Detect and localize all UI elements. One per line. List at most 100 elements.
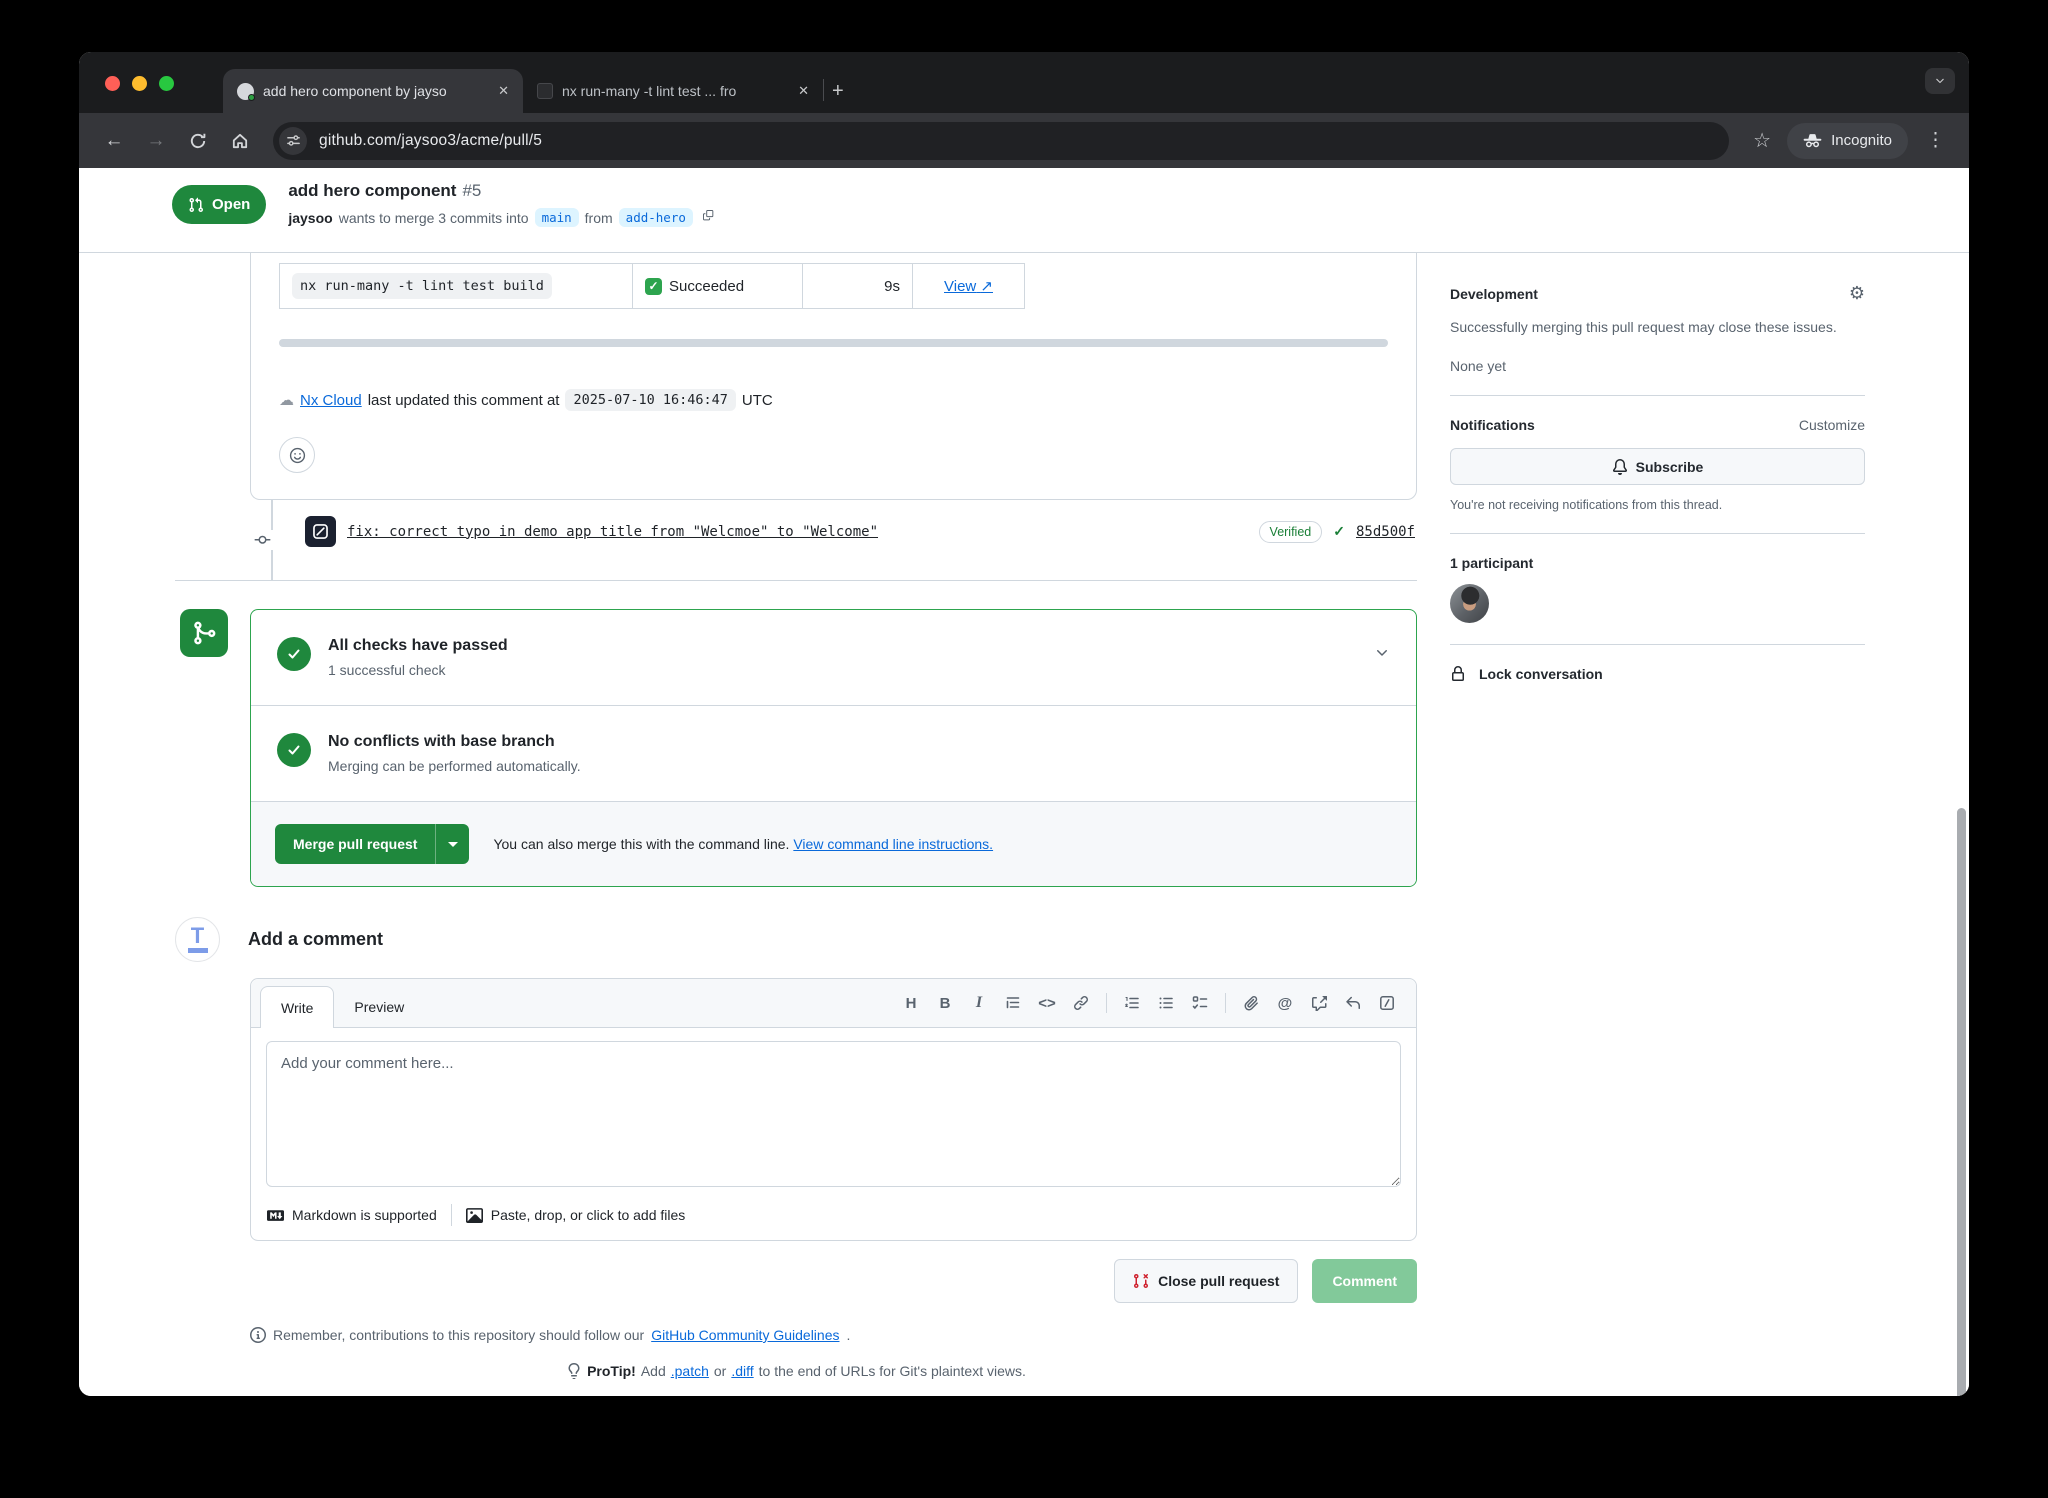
chevron-down-icon[interactable]: [1374, 645, 1390, 661]
close-window-button[interactable]: [105, 76, 120, 91]
cli-text: You can also merge this with the command…: [493, 836, 789, 852]
incognito-badge: Incognito: [1787, 123, 1908, 159]
check-circle-icon: [277, 637, 311, 671]
development-description: Successfully merging this pull request m…: [1450, 317, 1865, 338]
guidelines-note: Remember, contributions to this reposito…: [250, 1327, 1417, 1343]
reload-icon[interactable]: [181, 124, 215, 158]
add-comment-header: T Add a comment: [175, 917, 1417, 962]
markdown-supported[interactable]: Markdown is supported: [267, 1207, 437, 1224]
commit-check-icon: ✓: [1333, 523, 1345, 540]
page-scrollbar[interactable]: [1957, 808, 1966, 1396]
pr-closed-icon: [1133, 1273, 1149, 1289]
tab-title: add hero component by jayso: [263, 83, 489, 99]
browser-titlebar: add hero component by jayso ✕ nx run-man…: [79, 52, 1969, 113]
pr-author[interactable]: jaysoo: [288, 210, 332, 226]
merge-options-dropdown[interactable]: [435, 824, 469, 864]
markdown-icon: [267, 1207, 284, 1224]
task-list-icon[interactable]: [1185, 989, 1215, 1017]
check-circle-icon: [277, 733, 311, 767]
mention-icon[interactable]: @: [1270, 989, 1300, 1017]
tab-preview[interactable]: Preview: [334, 986, 424, 1027]
pr-number: #5: [462, 181, 481, 200]
subscribe-button[interactable]: Subscribe: [1450, 448, 1865, 485]
bookmark-star-icon[interactable]: ☆: [1745, 128, 1779, 153]
commit-author-avatar[interactable]: [305, 516, 336, 547]
minimize-window-button[interactable]: [132, 76, 147, 91]
browser-menu-icon[interactable]: ⋮: [1916, 129, 1951, 152]
commit-sha-link[interactable]: 85d500f: [1356, 524, 1415, 540]
new-tab-button[interactable]: +: [824, 80, 860, 113]
pr-sidebar: Development ⚙ Successfully merging this …: [1450, 253, 1865, 1379]
commit-row: fix: correct typo in demo app title from…: [305, 516, 1415, 547]
tab-pull-request[interactable]: add hero component by jayso ✕: [223, 69, 523, 113]
paste-drop-files[interactable]: Paste, drop, or click to add files: [466, 1207, 686, 1224]
maximize-window-button[interactable]: [159, 76, 174, 91]
head-branch-label[interactable]: add-hero: [619, 208, 693, 227]
commit-icon: [252, 530, 273, 550]
attach-file-icon[interactable]: [1236, 989, 1266, 1017]
check-duration: 9s: [884, 278, 900, 295]
timeline: fix: correct typo in demo app title from…: [175, 500, 1417, 580]
comment-textarea[interactable]: [266, 1041, 1401, 1187]
cross-reference-icon[interactable]: [1304, 989, 1334, 1017]
lock-conversation[interactable]: Lock conversation: [1450, 666, 1865, 682]
code-icon[interactable]: <>: [1032, 989, 1062, 1017]
pr-merge-text: wants to merge 3 commits into: [339, 210, 529, 226]
copy-branch-icon[interactable]: [703, 210, 718, 225]
close-pull-request-button[interactable]: Close pull request: [1114, 1259, 1298, 1303]
cli-instructions-link[interactable]: View command line instructions.: [793, 836, 993, 852]
address-bar[interactable]: github.com/jaysoo3/acme/pull/5: [273, 122, 1729, 160]
reply-icon[interactable]: [1338, 989, 1368, 1017]
pr-header: Open add hero component #5 jaysoo wants t…: [79, 168, 1969, 253]
success-check-icon: ✓: [645, 278, 662, 295]
ordered-list-icon[interactable]: [1117, 989, 1147, 1017]
verified-badge[interactable]: Verified: [1259, 521, 1323, 543]
nx-note-text: last updated this comment at: [368, 392, 560, 409]
comment-submit-button[interactable]: Comment: [1312, 1259, 1417, 1303]
close-tab-icon[interactable]: ✕: [798, 83, 809, 99]
back-icon[interactable]: ←: [97, 124, 131, 158]
github-page: Open add hero component #5 jaysoo wants t…: [79, 168, 1969, 1396]
italic-icon[interactable]: I: [964, 989, 994, 1017]
comment-divider: [279, 339, 1388, 347]
diff-link[interactable]: .diff: [731, 1363, 753, 1379]
patch-link[interactable]: .patch: [671, 1363, 709, 1379]
git-merge-icon: [180, 609, 228, 657]
nx-cloud-link[interactable]: Nx Cloud: [300, 392, 362, 409]
no-conflicts-row: No conflicts with base branch Merging ca…: [251, 706, 1416, 801]
slash-commands-icon[interactable]: [1372, 989, 1402, 1017]
site-info-icon[interactable]: [279, 127, 307, 155]
bold-icon[interactable]: B: [930, 989, 960, 1017]
quote-icon[interactable]: [998, 989, 1028, 1017]
close-tab-icon[interactable]: ✕: [498, 83, 509, 99]
link-icon[interactable]: [1066, 989, 1096, 1017]
check-run-table: nx run-many -t lint test build ✓ Succeed…: [279, 263, 1025, 309]
participant-avatar[interactable]: [1450, 584, 1489, 623]
base-branch-label[interactable]: main: [535, 208, 579, 227]
community-guidelines-link[interactable]: GitHub Community Guidelines: [651, 1327, 839, 1343]
tab-search-button[interactable]: [1925, 68, 1955, 94]
smiley-icon: [289, 447, 306, 464]
home-icon[interactable]: [223, 124, 257, 158]
commit-message-link[interactable]: fix: correct typo in demo app title from…: [347, 524, 878, 540]
customize-link[interactable]: Customize: [1799, 417, 1865, 433]
tab-strip: add hero component by jayso ✕ nx run-man…: [223, 69, 860, 113]
incognito-icon: [1803, 132, 1822, 149]
add-reaction-button[interactable]: [279, 437, 315, 473]
forward-icon[interactable]: →: [139, 124, 173, 158]
pr-state-label: Open: [212, 196, 250, 213]
check-command: nx run-many -t lint test build: [292, 273, 552, 299]
gear-icon[interactable]: ⚙: [1849, 283, 1865, 304]
development-title: Development: [1450, 286, 1538, 302]
pr-title: add hero component: [288, 181, 456, 200]
checks-passed-subtitle: 1 successful check: [328, 662, 508, 678]
tab-write[interactable]: Write: [260, 986, 334, 1028]
merge-pull-request-button[interactable]: Merge pull request: [275, 824, 435, 864]
unordered-list-icon[interactable]: [1151, 989, 1181, 1017]
view-check-link[interactable]: View ↗: [944, 277, 993, 295]
pr-state-badge: Open: [172, 185, 266, 224]
lightbulb-icon: [566, 1363, 582, 1379]
tab-check-run[interactable]: nx run-many -t lint test ... fro ✕: [523, 69, 823, 113]
heading-icon[interactable]: H: [896, 989, 926, 1017]
github-favicon-icon: [237, 83, 254, 100]
